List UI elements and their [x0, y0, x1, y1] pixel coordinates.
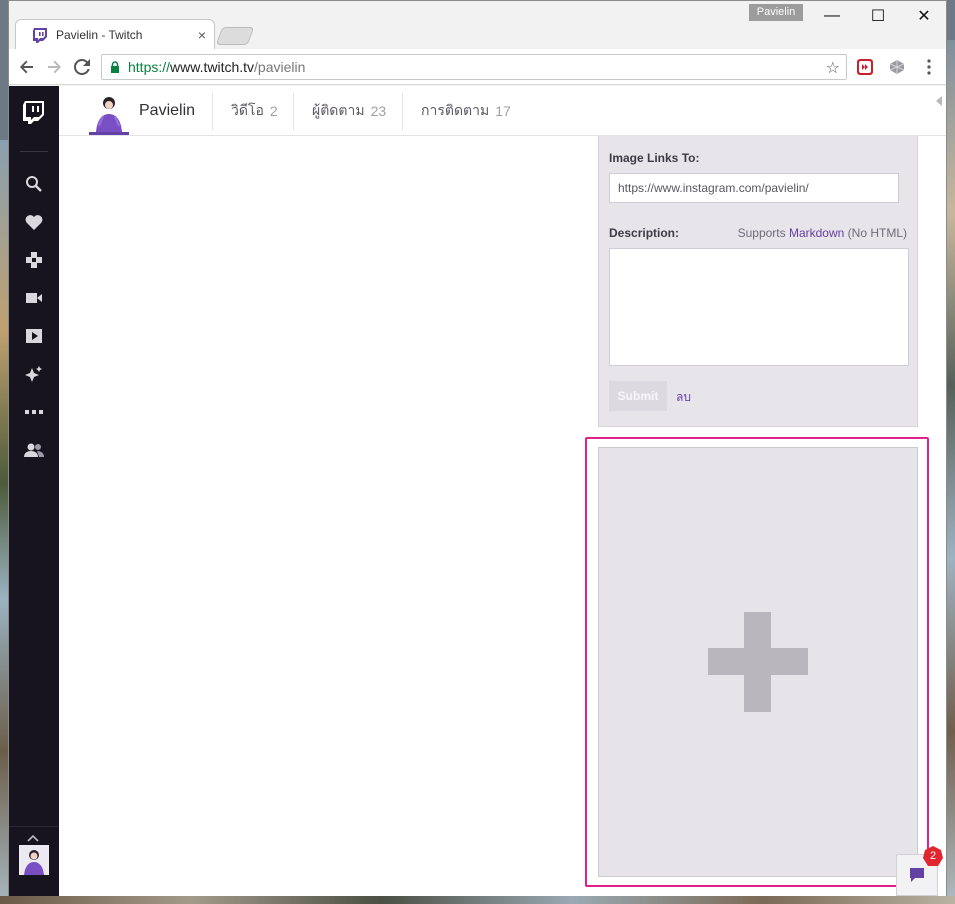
delete-link[interactable]: ลบ: [676, 388, 691, 407]
page-viewport: Pavielin วิดีโอ 2 ผู้ติดตาม 23 การติดตาม…: [9, 86, 946, 896]
games-icon[interactable]: [22, 248, 46, 272]
profile-badge[interactable]: Pavielin: [749, 4, 803, 21]
friends-icon[interactable]: [22, 438, 46, 462]
markdown-prefix: Supports: [737, 226, 789, 240]
video-icon[interactable]: [22, 286, 46, 310]
reload-icon[interactable]: [70, 55, 94, 79]
sparkle-icon[interactable]: [22, 362, 46, 386]
channel-header: Pavielin วิดีโอ 2 ผู้ติดตาม 23 การติดตาม…: [59, 86, 946, 136]
sidebar-divider: [20, 151, 48, 152]
minimize-button[interactable]: —: [809, 1, 855, 31]
back-icon[interactable]: [15, 55, 39, 79]
add-panel-button[interactable]: [598, 447, 918, 877]
channel-avatar[interactable]: [89, 92, 129, 132]
close-window-button[interactable]: ✕: [901, 1, 947, 31]
tab-following-count: 17: [495, 103, 511, 119]
description-textarea[interactable]: [609, 248, 909, 366]
image-link-label: Image Links To:: [609, 151, 700, 165]
markdown-suffix: (No HTML): [844, 226, 907, 240]
collapse-arrow-icon[interactable]: [936, 96, 942, 109]
submit-button[interactable]: Submit: [609, 381, 667, 411]
tab-videos[interactable]: วิดีโอ 2: [231, 86, 278, 136]
search-icon[interactable]: [22, 172, 46, 196]
tab-followers-count: 23: [370, 103, 387, 119]
header-divider: [402, 93, 403, 130]
panel-edit-form: Image Links To: https://www.instagram.co…: [598, 136, 918, 427]
new-tab-button[interactable]: [215, 27, 255, 45]
header-divider: [212, 93, 213, 130]
tab-close-icon[interactable]: ×: [198, 27, 206, 43]
image-link-input[interactable]: https://www.instagram.com/pavielin/: [609, 173, 899, 203]
extension-icon[interactable]: [855, 57, 875, 77]
url-scheme: https://: [128, 59, 171, 75]
channel-tab-underline: [89, 132, 129, 135]
star-icon[interactable]: ☆: [826, 58, 840, 78]
chevron-up-icon[interactable]: [27, 831, 39, 845]
tab-following[interactable]: การติดตาม 17: [421, 86, 511, 136]
title-bar: Pavielin - Twitch × Pavielin — ☐ ✕: [9, 1, 946, 49]
extension-icon-2[interactable]: [887, 57, 907, 77]
url-host: www.twitch.tv: [170, 59, 255, 75]
tab-followers-label: ผู้ติดตาม: [312, 102, 365, 118]
play-icon[interactable]: [22, 324, 46, 348]
desktop-wallpaper-bottom: [0, 896, 955, 904]
address-bar[interactable]: https:// www.twitch.tv /pavielin ☆: [101, 54, 847, 80]
header-divider: [293, 93, 294, 130]
desktop-wallpaper-right: [947, 40, 955, 904]
more-icon[interactable]: [22, 400, 46, 424]
markdown-link[interactable]: Markdown: [789, 226, 844, 240]
browser-window: Pavielin - Twitch × Pavielin — ☐ ✕ https…: [8, 0, 947, 896]
browser-tab[interactable]: Pavielin - Twitch ×: [15, 19, 215, 49]
tab-videos-count: 2: [269, 103, 278, 119]
twitch-logo-icon[interactable]: [22, 100, 46, 124]
markdown-note: Supports Markdown (No HTML): [738, 226, 907, 240]
heart-icon[interactable]: [22, 210, 46, 234]
twitch-sidebar: [9, 86, 59, 896]
forward-icon[interactable]: [42, 55, 66, 79]
sidebar-bottom: [9, 826, 59, 896]
chat-bubble-icon: [910, 868, 924, 882]
url-path: /pavielin: [254, 59, 306, 75]
tab-followers[interactable]: ผู้ติดตาม 23: [312, 86, 386, 136]
tab-following-label: การติดตาม: [421, 102, 490, 118]
plus-icon-bar: [708, 648, 808, 675]
browser-toolbar: https:// www.twitch.tv /pavielin ☆: [9, 49, 946, 85]
tab-title: Pavielin - Twitch: [56, 27, 143, 42]
channel-name[interactable]: Pavielin: [139, 86, 195, 136]
desktop-wallpaper-left: [0, 140, 8, 904]
lock-icon: [110, 61, 120, 73]
user-avatar[interactable]: [19, 845, 49, 875]
maximize-button[interactable]: ☐: [855, 1, 901, 31]
tab-videos-label: วิดีโอ: [231, 102, 264, 118]
twitch-favicon-icon: [32, 27, 48, 43]
menu-icon[interactable]: [919, 57, 939, 77]
description-label: Description:: [609, 226, 680, 240]
